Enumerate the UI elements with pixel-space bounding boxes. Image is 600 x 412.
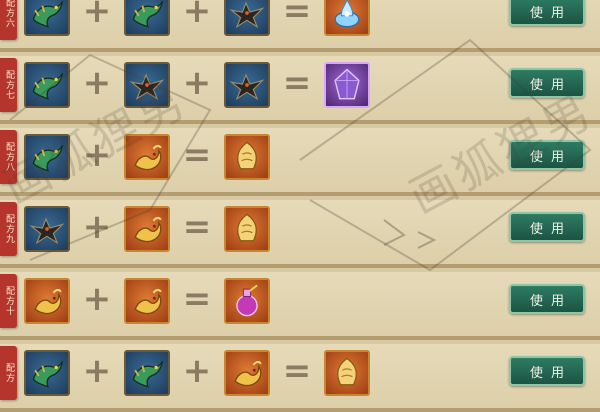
black-dragon-icon[interactable]	[24, 206, 70, 252]
plus-sign: +	[82, 135, 112, 175]
equals-sign: =	[182, 207, 212, 247]
blue-flame-orb-icon[interactable]	[324, 0, 370, 36]
golden-scale-icon[interactable]	[324, 350, 370, 396]
plus-sign: +	[182, 0, 212, 31]
plus-sign: +	[182, 63, 212, 103]
plus-sign: +	[82, 207, 112, 247]
equals-sign: =	[182, 279, 212, 319]
golden-dragon-icon[interactable]	[124, 278, 170, 324]
recipe-row: 配方 + + = 使用	[0, 344, 600, 412]
use-button[interactable]: 使用	[509, 356, 585, 386]
equals-sign: =	[282, 63, 312, 103]
golden-dragon-icon[interactable]	[124, 206, 170, 252]
green-dragon-icon[interactable]	[124, 350, 170, 396]
equals-sign: =	[282, 0, 312, 31]
golden-dragon-icon[interactable]	[224, 350, 270, 396]
golden-scale-icon[interactable]	[224, 206, 270, 252]
recipe-tag: 配方	[0, 346, 17, 400]
purple-potion-icon[interactable]	[224, 278, 270, 324]
equals-sign: =	[282, 351, 312, 391]
recipe-row: 配方八 + = 使用	[0, 128, 600, 196]
recipe-row: 配方九 + = 使用	[0, 200, 600, 268]
black-dragon-icon[interactable]	[224, 62, 270, 108]
green-dragon-icon[interactable]	[24, 350, 70, 396]
use-button[interactable]: 使用	[509, 212, 585, 242]
use-button[interactable]: 使用	[509, 284, 585, 314]
green-dragon-icon[interactable]	[24, 62, 70, 108]
recipe-tag: 配方七	[0, 58, 17, 112]
plus-sign: +	[82, 0, 112, 31]
plus-sign: +	[82, 279, 112, 319]
use-button[interactable]: 使用	[509, 0, 585, 26]
golden-scale-icon[interactable]	[224, 134, 270, 180]
green-dragon-icon[interactable]	[24, 134, 70, 180]
recipe-tag: 配方九	[0, 202, 17, 256]
black-dragon-icon[interactable]	[124, 62, 170, 108]
recipe-tag: 配方六	[0, 0, 17, 40]
green-dragon-icon[interactable]	[24, 0, 70, 36]
recipe-list: 配方六 + + = 使用 配方七 + + = 使用 配方八 + = 使用 配方九 + = 使用 配方十 + = 使用 配方 +…	[0, 0, 600, 412]
recipe-row: 配方十 + = 使用	[0, 272, 600, 340]
recipe-row: 配方七 + + = 使用	[0, 56, 600, 124]
plus-sign: +	[82, 63, 112, 103]
black-dragon-icon[interactable]	[224, 0, 270, 36]
use-button[interactable]: 使用	[509, 68, 585, 98]
equals-sign: =	[182, 135, 212, 175]
green-dragon-icon[interactable]	[124, 0, 170, 36]
use-button[interactable]: 使用	[509, 140, 585, 170]
recipe-tag: 配方十	[0, 274, 17, 328]
recipe-tag: 配方八	[0, 130, 17, 184]
golden-dragon-icon[interactable]	[124, 134, 170, 180]
purple-crystal-icon[interactable]	[324, 62, 370, 108]
plus-sign: +	[182, 351, 212, 391]
recipe-row: 配方六 + + = 使用	[0, 0, 600, 52]
golden-dragon-icon[interactable]	[24, 278, 70, 324]
plus-sign: +	[82, 351, 112, 391]
